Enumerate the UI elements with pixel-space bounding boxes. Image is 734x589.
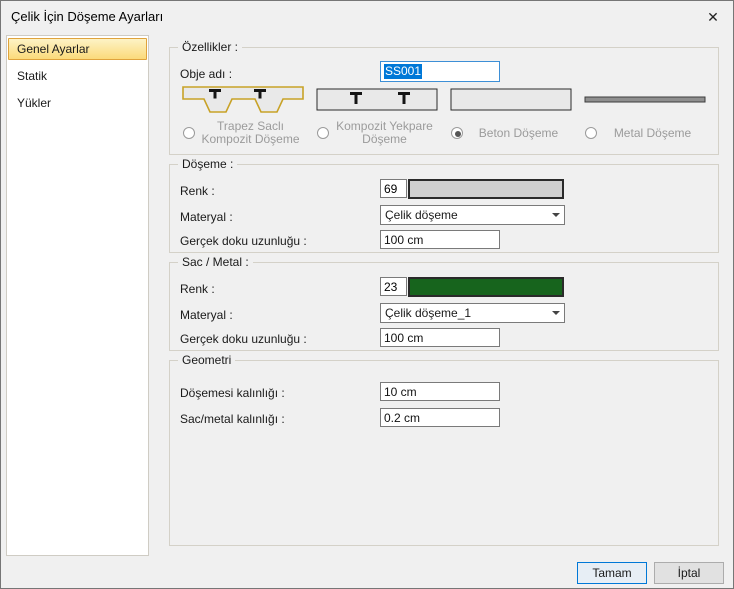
metal-deck-image: [584, 96, 706, 103]
option-beton-doseme: Beton Döşeme: [444, 86, 578, 148]
composite-slab-image: [316, 88, 438, 111]
sac-renk-label: Renk :: [180, 282, 215, 296]
sac-color-swatch[interactable]: [408, 277, 564, 297]
option-metal-doseme: Metal Döşeme: [578, 86, 712, 148]
sidebar-item-genel-ayarlar[interactable]: Genel Ayarlar: [8, 38, 147, 60]
sac-materyal-combobox[interactable]: Çelik döşeme_1: [380, 303, 565, 323]
obje-adi-value: SS001: [384, 64, 423, 79]
sidebar-item-yukler[interactable]: Yükler: [8, 92, 147, 114]
group-sac-metal-label: Sac / Metal :: [178, 255, 253, 270]
doseme-materyal-combobox[interactable]: Çelik döşeme: [380, 205, 565, 225]
doseme-materyal-value: Çelik döşeme: [385, 208, 458, 222]
doseme-color-swatch[interactable]: [408, 179, 564, 199]
group-doseme: Döşeme : Renk : Materyal : Çelik döşeme …: [169, 157, 719, 253]
radio-metal-doseme[interactable]: [585, 127, 597, 139]
sidebar: Genel Ayarlar Statik Yükler: [6, 35, 149, 556]
doseme-color-number-input[interactable]: [380, 179, 407, 198]
obje-adi-input[interactable]: SS001: [380, 61, 500, 82]
sac-doku-label: Gerçek doku uzunluğu :: [180, 332, 307, 346]
sac-doku-input[interactable]: [380, 328, 500, 347]
option-kompozit-yekpare: Kompozit Yekpare Döşeme: [310, 86, 444, 148]
group-ozellikler-label: Özellikler :: [178, 40, 243, 55]
radio-trapez-sacli-kompozit[interactable]: [183, 127, 195, 139]
group-doseme-label: Döşeme :: [178, 157, 238, 172]
option-label: Metal Döşeme: [613, 125, 692, 140]
ok-button[interactable]: Tamam: [577, 562, 647, 584]
doseme-materyal-label: Materyal :: [180, 210, 233, 224]
group-ozellikler: Özellikler : Obje adı : SS001 Trapez Sac…: [169, 40, 719, 155]
cancel-button[interactable]: İptal: [654, 562, 724, 584]
option-trapez-sacli-kompozit: Trapez Saclı Kompozit Döşeme: [176, 86, 310, 148]
option-label: Beton Döşeme: [478, 125, 559, 140]
page-title: Çelik İçin Döşeme Ayarları: [11, 9, 164, 24]
sac-color-number-input[interactable]: [380, 277, 407, 296]
radio-beton-doseme[interactable]: [451, 127, 463, 139]
trapez-deck-image: [182, 86, 304, 113]
sac-materyal-label: Materyal :: [180, 308, 233, 322]
doseme-color-control: [380, 179, 564, 199]
doseme-kalinligi-input[interactable]: [380, 382, 500, 401]
titlebar: Çelik İçin Döşeme Ayarları ✕: [1, 1, 733, 31]
option-label: Trapez Saclı Kompozit Döşeme: [201, 119, 300, 146]
group-geometri: Geometri Döşemesi kalınlığı : Sac/metal …: [169, 353, 719, 546]
concrete-slab-image: [450, 88, 572, 111]
sidebar-item-statik[interactable]: Statik: [8, 65, 147, 87]
obje-adi-label: Obje adı :: [180, 67, 233, 81]
sac-kalinligi-label: Sac/metal kalınlığı :: [180, 412, 285, 426]
close-icon[interactable]: ✕: [703, 7, 723, 27]
steel-slab-settings-dialog: Çelik İçin Döşeme Ayarları ✕ Genel Ayarl…: [0, 0, 734, 589]
doseme-renk-label: Renk :: [180, 184, 215, 198]
doseme-kalinligi-label: Döşemesi kalınlığı :: [180, 386, 285, 400]
doseme-doku-label: Gerçek doku uzunluğu :: [180, 234, 307, 248]
sac-materyal-value: Çelik döşeme_1: [385, 306, 472, 320]
sac-color-control: [380, 277, 564, 297]
group-geometri-label: Geometri: [178, 353, 236, 368]
sac-kalinligi-input[interactable]: [380, 408, 500, 427]
radio-kompozit-yekpare[interactable]: [317, 127, 329, 139]
chevron-down-icon[interactable]: [547, 304, 564, 322]
slab-type-options: Trapez Saclı Kompozit Döşeme Kompozit Ye…: [176, 86, 712, 148]
option-label: Kompozit Yekpare Döşeme: [336, 119, 433, 146]
group-sac-metal: Sac / Metal : Renk : Materyal : Çelik dö…: [169, 255, 719, 351]
chevron-down-icon[interactable]: [547, 206, 564, 224]
doseme-doku-input[interactable]: [380, 230, 500, 249]
